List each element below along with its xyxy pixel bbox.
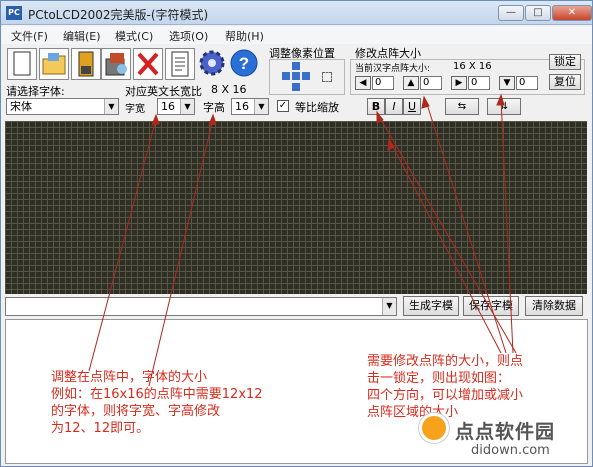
- watermark-logo-icon: [419, 413, 449, 443]
- watermark-name: 点点软件园: [455, 421, 556, 443]
- app-window: PC PCtoLCD2002完美版-(字符模式) — □ ✕ 文件(F) 编辑(…: [0, 0, 593, 467]
- annotation-arrows: [88, 93, 517, 387]
- watermark-url: didown.com: [471, 443, 550, 458]
